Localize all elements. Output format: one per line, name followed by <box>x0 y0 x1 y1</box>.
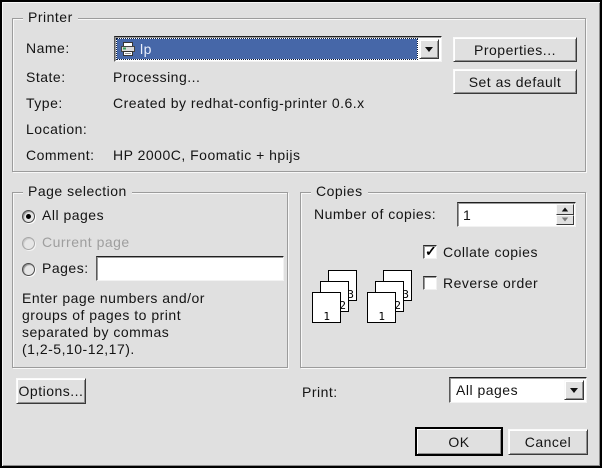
printer-icon <box>120 42 136 57</box>
up-arrow-icon <box>562 207 568 211</box>
name-label: Name: <box>26 40 70 56</box>
spin-up-button[interactable] <box>556 204 574 215</box>
pages-help-text: Enter page numbers and/or groups of page… <box>22 290 205 358</box>
pages-input[interactable] <box>97 257 283 280</box>
copies-spinbox <box>457 202 576 227</box>
checkmark-icon: ✓ <box>425 243 437 260</box>
radio-pages-label[interactable]: Pages: <box>42 260 89 276</box>
print-dialog: Printer Name: lp Properties... Set as de… <box>0 0 602 468</box>
reverse-order-checkbox[interactable] <box>423 276 437 290</box>
copies-group-title: Copies <box>311 183 368 199</box>
radio-current-page-label: Current page <box>42 234 130 250</box>
set-as-default-button[interactable]: Set as default <box>453 69 577 94</box>
printer-name-combobox[interactable]: lp <box>114 36 442 62</box>
chevron-down-icon <box>570 388 578 393</box>
spin-down-button[interactable] <box>556 215 574 226</box>
print-range-value: All pages <box>456 382 518 398</box>
comment-label: Comment: <box>26 147 95 163</box>
radio-current-page <box>22 237 35 250</box>
print-range-combobox[interactable]: All pages <box>449 377 587 403</box>
radio-all-pages-label[interactable]: All pages <box>42 207 104 223</box>
collate-copies-checkbox[interactable]: ✓ <box>423 245 437 259</box>
printer-group-title: Printer <box>23 9 78 25</box>
chevron-down-icon <box>425 47 433 52</box>
state-value: Processing... <box>113 69 200 85</box>
printer-name-dropdown-button[interactable] <box>419 39 439 59</box>
options-button[interactable]: Options... <box>16 378 86 404</box>
print-label: Print: <box>302 384 338 400</box>
pages-input-wrapper <box>96 256 284 281</box>
page-selection-group-title: Page selection <box>23 183 132 199</box>
radio-pages[interactable] <box>22 263 35 276</box>
state-label: State: <box>26 69 66 85</box>
printer-name-selected[interactable]: lp <box>117 39 417 59</box>
number-of-copies-label: Number of copies: <box>314 206 436 222</box>
reverse-order-label[interactable]: Reverse order <box>443 275 538 291</box>
copies-spin-controls <box>556 204 574 225</box>
radio-all-pages[interactable] <box>22 210 35 223</box>
print-range-dropdown-button[interactable] <box>564 380 584 400</box>
type-value: Created by redhat-config-printer 0.6.x <box>113 95 365 111</box>
collate-copies-label[interactable]: Collate copies <box>443 244 538 260</box>
down-arrow-icon <box>562 218 568 222</box>
cancel-button[interactable]: Cancel <box>508 429 588 455</box>
location-label: Location: <box>26 121 87 137</box>
printer-name-value: lp <box>140 41 152 57</box>
properties-button[interactable]: Properties... <box>453 37 577 62</box>
comment-value: HP 2000C, Foomatic + hpijs <box>113 147 300 163</box>
ok-button[interactable]: OK <box>415 427 503 456</box>
collate-preview-stack: 3 2 1 <box>367 270 414 325</box>
type-label: Type: <box>26 95 63 111</box>
collate-preview-stack: 3 2 1 <box>312 270 359 325</box>
